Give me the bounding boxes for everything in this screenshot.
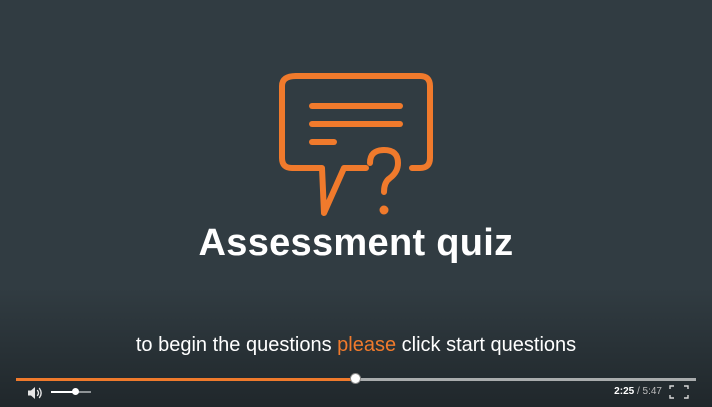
time-separator: /	[636, 386, 640, 397]
speech-bubble-question-icon	[279, 73, 433, 216]
subtitle-text-after: click start questions	[396, 334, 577, 356]
subtitle-highlight: please	[337, 334, 397, 356]
fullscreen-icon[interactable]	[669, 385, 689, 399]
subtitle-text-before: to begin the questions	[135, 334, 338, 356]
time-display: 2:25 / 5:47	[614, 386, 662, 397]
seek-bar[interactable]	[16, 374, 696, 383]
current-time: 2:25	[614, 386, 635, 397]
volume-handle[interactable]	[72, 388, 79, 395]
seek-bar-handle[interactable]	[351, 374, 360, 383]
slide-title: Assessment quiz	[198, 222, 514, 264]
speaker-icon[interactable]	[26, 385, 44, 401]
video-player: Assessment quiz to begin the questions p…	[0, 0, 712, 407]
seek-bar-played	[16, 378, 356, 381]
volume-slider[interactable]	[51, 388, 91, 395]
total-time: 5:47	[642, 386, 662, 397]
slide-subtitle: to begin the questions please click star…	[0, 334, 712, 357]
